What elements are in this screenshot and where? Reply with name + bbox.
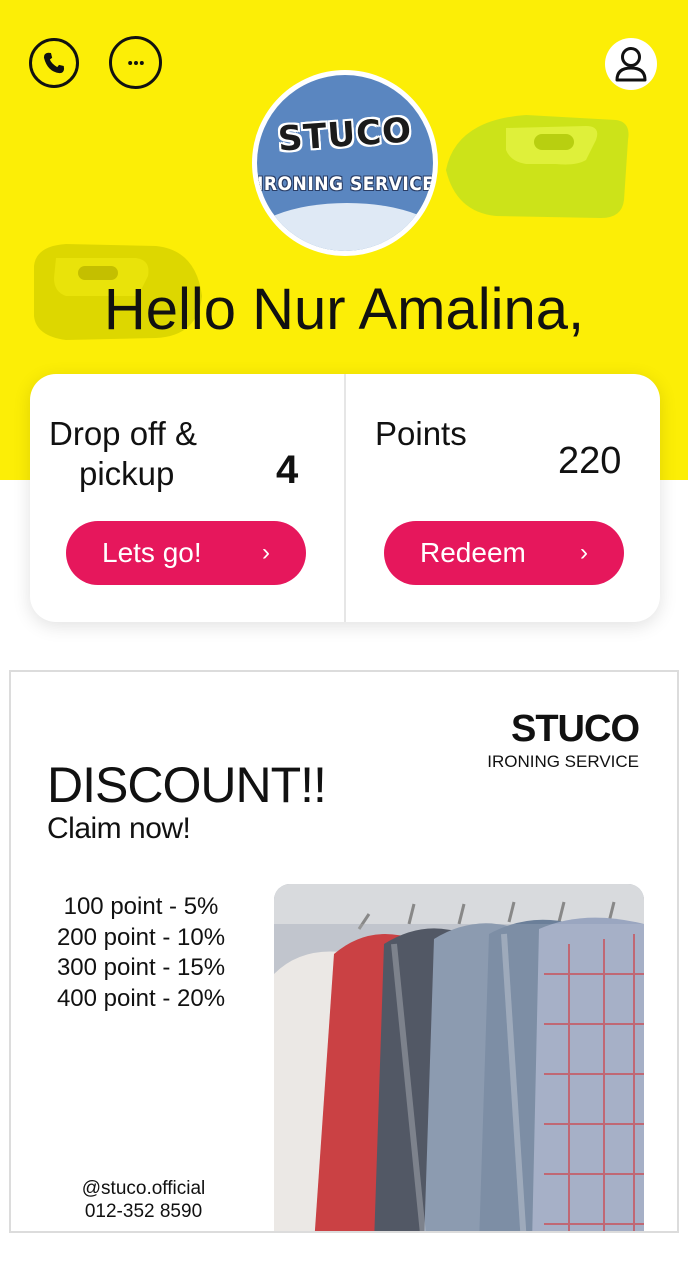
discount-tier: 200 point - 10% [56, 923, 226, 951]
discount-tier: 400 point - 20% [56, 984, 226, 1012]
discount-tier: 100 point - 5% [63, 893, 219, 920]
logo-subtitle: IRONING SERVICE [257, 173, 433, 195]
discount-tier: 300 point - 15% [56, 954, 226, 981]
redeem-label: Redeem [420, 537, 526, 568]
points-label: Points [375, 415, 467, 452]
lets-go-label: Lets go! [102, 537, 202, 568]
phone-icon [43, 52, 65, 74]
phone-number: 012-352 8590 [84, 1201, 203, 1222]
brand-logo: STUCO IRONING SERVICE [252, 70, 438, 256]
promo-headline: DISCOUNT!! [47, 757, 327, 813]
dropoff-label: Drop off & pickup [49, 415, 197, 492]
phone-button[interactable] [29, 38, 79, 88]
social-handle: @stuco.official [81, 1178, 206, 1199]
discount-banner[interactable]: STUCO IRONING SERVICE DISCOUNT!! Claim n… [9, 670, 679, 1233]
card-divider [344, 374, 346, 622]
promo-contact: @stuco.official 012-352 8590 [51, 1177, 236, 1223]
points-value: 220 [558, 440, 622, 482]
promo-brand-subtitle: IRONING SERVICE [487, 752, 639, 771]
iron-decoration-icon [446, 115, 629, 218]
promo-brand-title: STUCO [511, 708, 640, 750]
discount-tier-list: 100 point - 5% 200 point - 10% 300 point… [41, 892, 241, 1014]
dropoff-count: 4 [276, 448, 299, 492]
chat-icon [127, 60, 144, 65]
lets-go-button[interactable]: Lets go! › [66, 521, 306, 585]
chevron-right-icon: › [580, 539, 588, 566]
profile-icon [615, 47, 647, 82]
greeting-text: Hello Nur Amalina, [103, 277, 585, 342]
redeem-button[interactable]: Redeem › [384, 521, 624, 585]
chat-button[interactable] [109, 36, 162, 89]
profile-button[interactable] [605, 38, 657, 90]
chevron-right-icon: › [262, 539, 270, 566]
promo-subheadline: Claim now! [47, 812, 191, 845]
clothes-rack-photo [274, 884, 644, 1231]
summary-card: Drop off & pickup 4 Lets go! › Points 22… [30, 374, 660, 622]
logo-title: STUCO [276, 110, 414, 160]
